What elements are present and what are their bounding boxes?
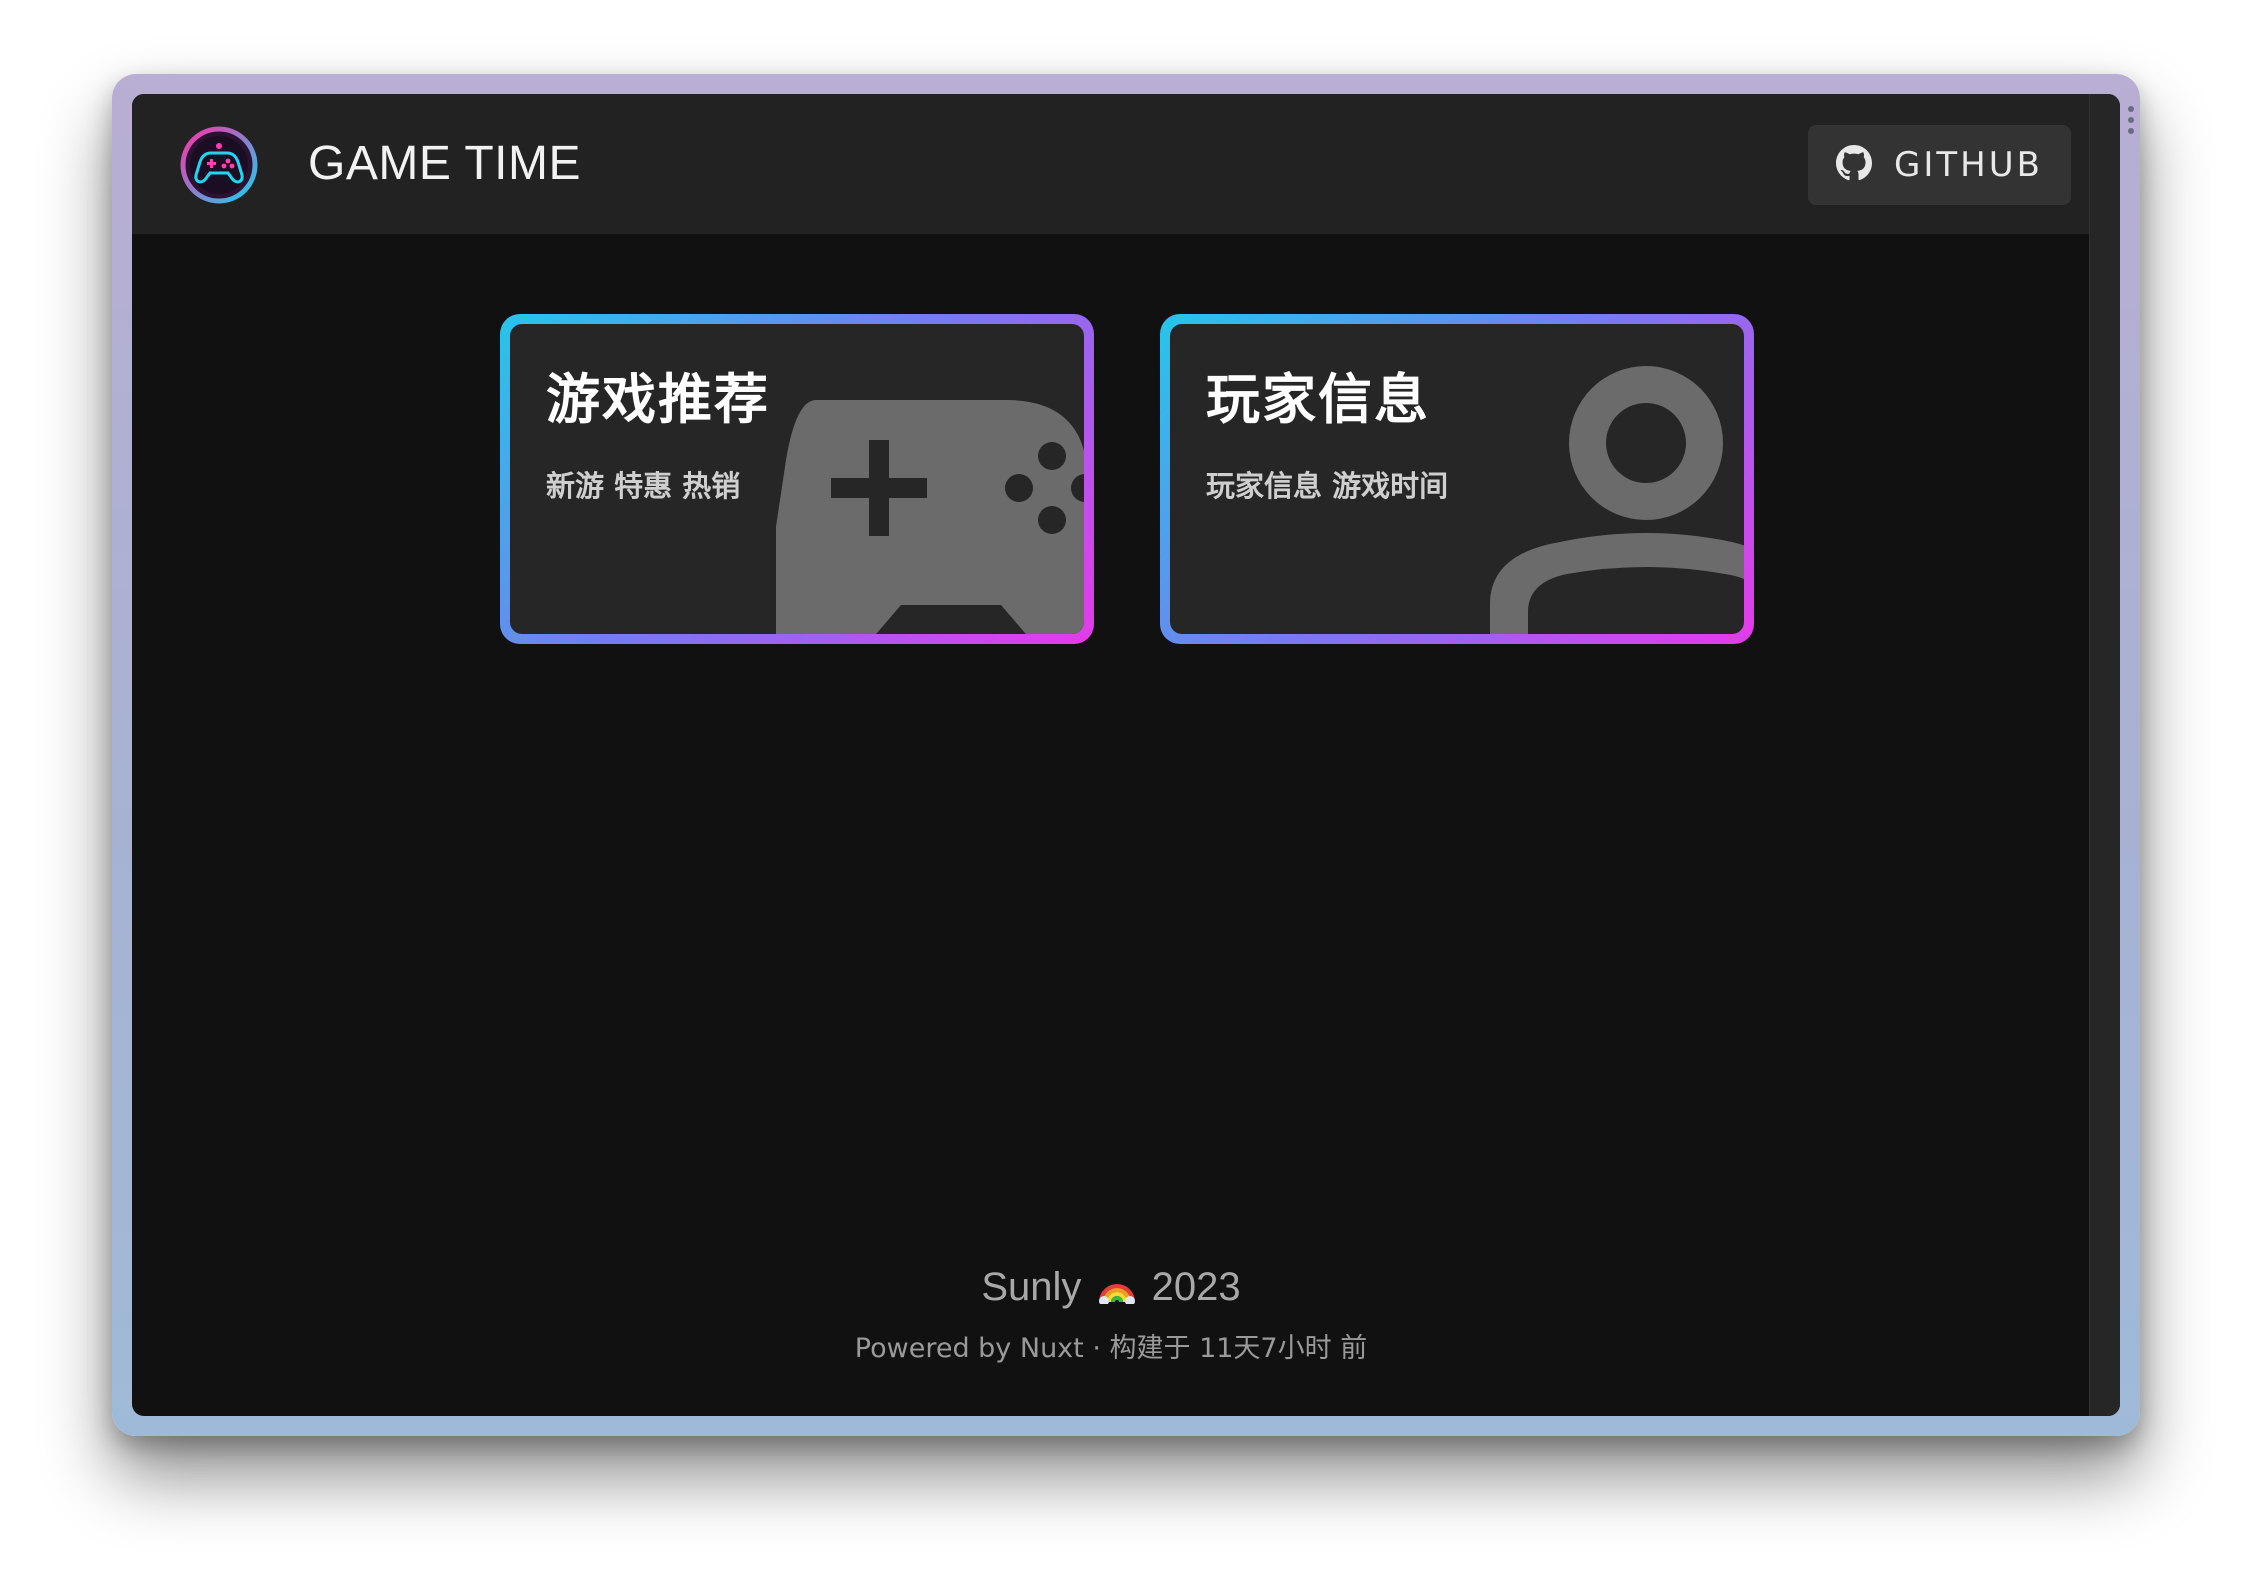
top-header: GAME TIME GITHUB — [132, 94, 2090, 234]
github-button-label: GITHUB — [1894, 145, 2043, 185]
card-player-info[interactable]: 玩家信息 玩家信息 游戏时间 — [1160, 314, 1754, 644]
window-handle-icon[interactable] — [2126, 106, 2136, 140]
footer-author: Sunly — [981, 1265, 1082, 1309]
card-game-recommend-body: 游戏推荐 新游 特惠 热销 — [510, 324, 1084, 634]
footer-copyright: Sunly 2023 — [132, 1262, 2090, 1316]
rainbow-icon — [1097, 1266, 1137, 1316]
card-subtitle: 玩家信息 游戏时间 — [1206, 469, 1449, 503]
browser-window: GAME TIME GITHUB 游戏推荐 新游 特惠 热销 玩家信息 玩家信息… — [132, 94, 2120, 1416]
gamepad-logo-icon[interactable] — [180, 126, 258, 204]
card-title: 游戏推荐 — [546, 368, 770, 431]
github-icon — [1836, 145, 1873, 185]
user-icon — [1470, 364, 1744, 634]
footer-powered: Powered by Nuxt · 构建于 11天7小时 前 — [854, 1333, 1368, 1364]
footer-year: 2023 — [1151, 1265, 1241, 1309]
card-subtitle: 新游 特惠 热销 — [546, 469, 741, 503]
card-title: 玩家信息 — [1206, 368, 1430, 431]
window-frame: GAME TIME GITHUB 游戏推荐 新游 特惠 热销 玩家信息 玩家信息… — [112, 74, 2140, 1436]
site-title[interactable]: GAME TIME — [308, 134, 581, 194]
gamepad-icon — [759, 400, 1084, 634]
card-game-recommend[interactable]: 游戏推荐 新游 特惠 热销 — [500, 314, 1094, 644]
card-player-info-body: 玩家信息 玩家信息 游戏时间 — [1170, 324, 1744, 634]
github-button[interactable]: GITHUB — [1808, 125, 2071, 205]
vertical-scrollbar[interactable] — [2089, 94, 2120, 1416]
